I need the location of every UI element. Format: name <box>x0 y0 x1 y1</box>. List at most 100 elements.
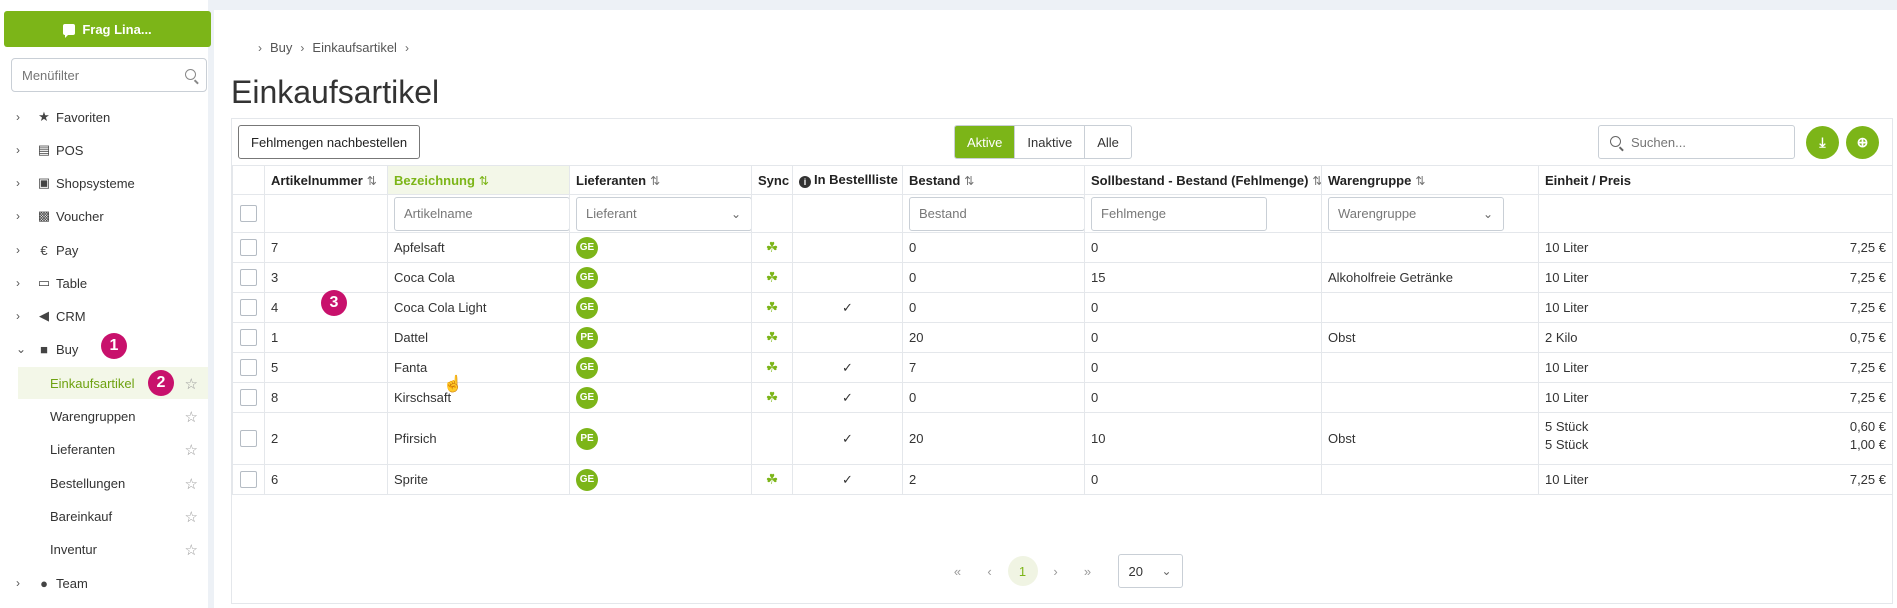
sidebar-item-team[interactable]: › ● Team <box>0 567 208 599</box>
table-row[interactable]: 4 Coca Cola Light GE ☘ ✓ 0 0 10 Liter 7,25 € <box>232 292 1893 323</box>
cell-warengruppe <box>1321 232 1539 263</box>
header-bestand[interactable]: Bestand ⇅ <box>902 165 1085 195</box>
search-icon <box>1610 136 1621 147</box>
row-checkbox[interactable] <box>240 471 257 488</box>
group-filter-select[interactable]: Warengruppe ⌄ <box>1328 196 1504 231</box>
sidebar-item-voucher[interactable]: › ▩ Voucher <box>0 200 208 232</box>
cell-text[interactable]: Coca Cola <box>394 270 455 285</box>
sidebar: Frag Lina... › ★ Favoriten › ▤ POS › ▣ Shopsys… <box>0 0 214 608</box>
star-outline-icon[interactable]: ☆ <box>185 375 198 393</box>
prev-page-icon[interactable]: ‹ <box>976 564 1004 579</box>
sidebar-item-pos[interactable]: › ▤ POS <box>0 134 208 166</box>
cell-text[interactable]: Apfelsaft <box>394 240 445 255</box>
sidebar-item-crm[interactable]: › ◀ CRM <box>0 300 208 332</box>
sort-icon[interactable]: ⇅ <box>1312 174 1320 188</box>
check-icon: ✓ <box>842 389 853 405</box>
supplier-filter-select[interactable]: Lieferant ⌄ <box>576 196 751 231</box>
cell-text[interactable]: Fanta <box>394 360 427 375</box>
star-outline-icon[interactable]: ☆ <box>185 508 198 526</box>
article-name-filter[interactable]: Artikelname <box>394 196 569 231</box>
filter-all-button[interactable]: Alle <box>1084 126 1131 158</box>
status-filter-group: Aktive Inaktive Alle <box>954 125 1132 159</box>
cell-fehlmenge: 0 <box>1084 322 1322 353</box>
row-checkbox[interactable] <box>240 299 257 316</box>
sidebar-item-lieferanten[interactable]: Lieferanten ☆ <box>18 433 208 465</box>
sidebar-item-bestellungen[interactable]: Bestellungen ☆ <box>18 467 208 499</box>
table-row[interactable]: 8 Kirschsaft GE ☘ ✓ 0 0 10 Liter 7,25 € <box>232 382 1893 413</box>
page-number[interactable]: 1 <box>1007 556 1038 586</box>
cell-artikelnummer: 5 <box>264 352 388 383</box>
star-icon: ★ <box>38 109 50 124</box>
row-checkbox[interactable] <box>240 430 257 447</box>
cell-sync <box>751 412 793 465</box>
sidebar-item-favoriten[interactable]: › ★ Favoriten <box>0 101 208 133</box>
sort-icon[interactable]: ⇅ <box>1415 174 1425 188</box>
row-checkbox[interactable] <box>240 239 257 256</box>
sort-icon[interactable]: ⇅ <box>650 174 660 188</box>
shortage-filter[interactable]: Fehlmenge <box>1091 196 1267 231</box>
sidebar-item-inventur[interactable]: Inventur ☆ <box>18 533 208 565</box>
filter-active-button[interactable]: Aktive <box>955 126 1015 158</box>
table-row[interactable]: 5 Fanta GE ☘ ✓ 7 0 10 Liter 7,25 € <box>232 352 1893 383</box>
sidebar-item-einkaufsartikel[interactable]: Einkaufsartikel ☆ <box>18 367 208 399</box>
table-row[interactable]: 6 Sprite GE ☘ ✓ 2 0 10 Liter 7,25 € <box>232 464 1893 495</box>
row-checkbox[interactable] <box>240 359 257 376</box>
ask-lina-button[interactable]: Frag Lina... <box>4 11 211 47</box>
cell-fehlmenge: 10 <box>1084 412 1322 465</box>
header-bezeichnung[interactable]: Bezeichnung ⇅ <box>387 165 570 195</box>
sidebar-item-label: Warengruppen <box>50 408 136 424</box>
page-size-select[interactable]: 20 ⌄ <box>1117 554 1183 588</box>
header-lieferanten[interactable]: Lieferanten ⇅ <box>569 165 752 195</box>
cell-text[interactable]: Dattel <box>394 330 428 345</box>
star-outline-icon[interactable]: ☆ <box>185 475 198 493</box>
cell-text: 2 <box>909 472 917 487</box>
star-outline-icon[interactable]: ☆ <box>185 541 198 559</box>
header-label: Artikelnummer <box>271 172 363 188</box>
row-checkbox[interactable] <box>240 329 257 346</box>
header-artikelnummer[interactable]: Artikelnummer ⇅ <box>264 165 388 195</box>
table-row[interactable]: 3 Coca Cola GE ☘ 0 15 Alkoholfreie Getränke 10 … <box>232 262 1893 293</box>
sidebar-item-bareinkauf[interactable]: Bareinkauf ☆ <box>18 500 208 532</box>
sort-asc-icon[interactable]: ⇅ <box>479 174 489 188</box>
row-select-cell <box>232 352 265 383</box>
stock-filter[interactable]: Bestand <box>909 196 1084 231</box>
menu-filter-input[interactable] <box>12 59 172 91</box>
header-fehlmenge[interactable]: Sollbestand - Bestand (Fehlmenge) ⇅ <box>1084 165 1322 195</box>
sidebar-item-table[interactable]: › ▭ Table <box>0 267 208 299</box>
row-checkbox[interactable] <box>240 389 257 406</box>
table-row[interactable]: 2 Pfirsich PE ✓ 20 10 Obst 5 Stück 0,60 €5 Stück… <box>232 412 1893 465</box>
search-box[interactable] <box>1598 125 1795 159</box>
row-select-cell <box>232 262 265 293</box>
row-checkbox[interactable] <box>240 269 257 286</box>
next-page-icon[interactable]: › <box>1042 564 1070 579</box>
breadcrumb-einkaufsartikel[interactable]: Einkaufsartikel <box>312 40 397 55</box>
table-row[interactable]: 7 Apfelsaft GE ☘ 0 0 10 Liter 7,25 € <box>232 232 1893 263</box>
cell-text[interactable]: Sprite <box>394 472 428 487</box>
filter-cell-empty <box>792 194 903 233</box>
cell-text[interactable]: Pfirsich <box>394 431 437 446</box>
sort-icon[interactable]: ⇅ <box>367 174 377 188</box>
star-outline-icon[interactable]: ☆ <box>185 441 198 459</box>
last-page-icon[interactable]: » <box>1074 564 1102 579</box>
sidebar-item-pay[interactable]: › € Pay <box>0 234 208 266</box>
unit-price: 7,25 € <box>1849 240 1886 255</box>
sidebar-item-label: Inventur <box>50 541 97 557</box>
add-button[interactable]: ⊕ <box>1846 126 1879 159</box>
sidebar-item-warengruppen[interactable]: Warengruppen ☆ <box>18 400 208 432</box>
first-page-icon[interactable]: « <box>944 564 972 579</box>
select-all-checkbox[interactable] <box>240 205 257 222</box>
cell-text: Alkoholfreie Getränke <box>1328 270 1454 285</box>
download-button[interactable]: ⤓ <box>1806 126 1839 159</box>
sidebar-item-shopsysteme[interactable]: › ▣ Shopsysteme <box>0 167 208 199</box>
cell-text[interactable]: Coca Cola Light <box>394 300 487 315</box>
supplier-avatar: GE <box>576 236 598 259</box>
header-warengruppe[interactable]: Warengruppe ⇅ <box>1321 165 1539 195</box>
filter-inactive-button[interactable]: Inaktive <box>1014 126 1084 158</box>
star-outline-icon[interactable]: ☆ <box>185 408 198 426</box>
breadcrumb-buy[interactable]: Buy <box>270 40 292 55</box>
menu-filter[interactable] <box>11 58 207 92</box>
table-row[interactable]: 1 Dattel PE ☘ 20 0 Obst 2 Kilo 0,75 € <box>232 322 1893 353</box>
sort-icon[interactable]: ⇅ <box>964 174 974 188</box>
search-input[interactable] <box>1631 126 1791 158</box>
reorder-shortages-button[interactable]: Fehlmengen nachbestellen <box>238 125 421 159</box>
